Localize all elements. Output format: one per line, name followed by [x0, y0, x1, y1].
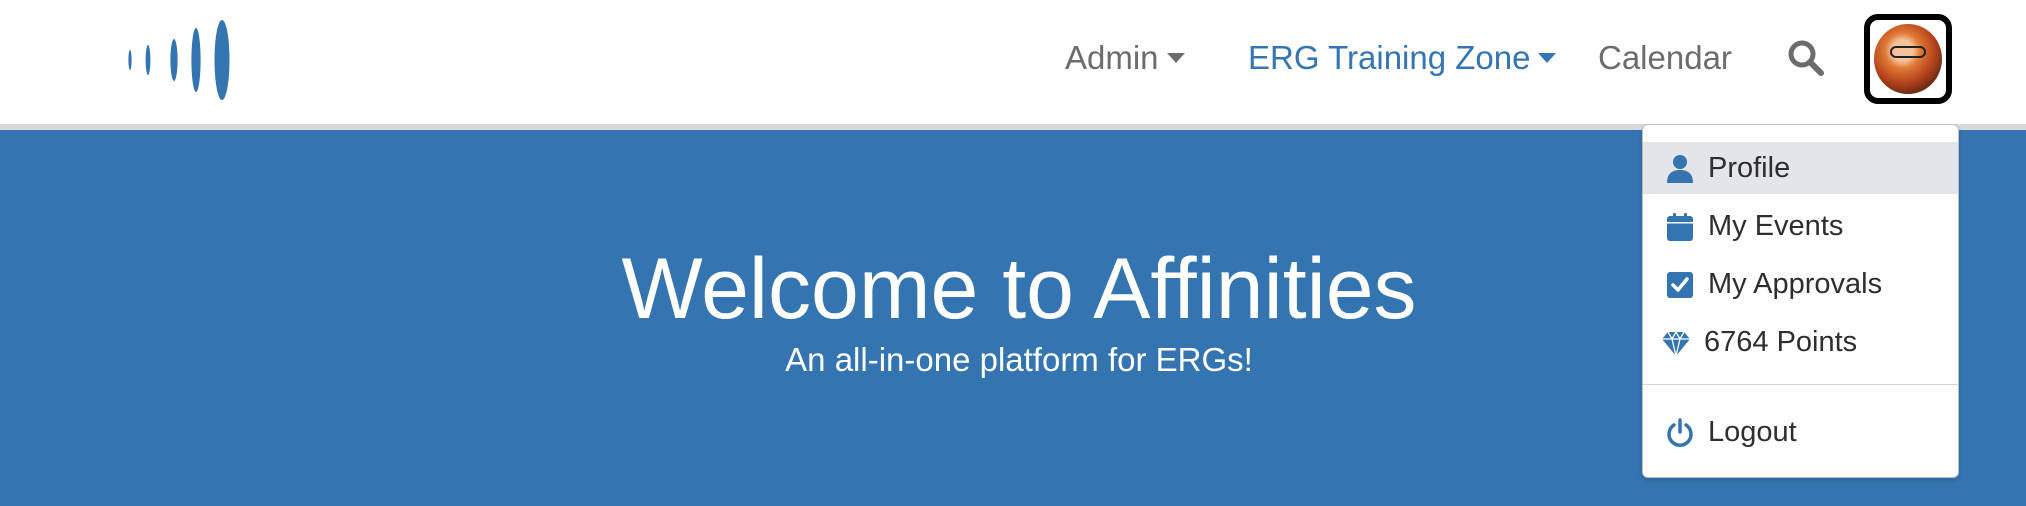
menu-item-label: 6764 Points: [1704, 326, 1858, 358]
menu-item-label: My Events: [1708, 210, 1844, 242]
search-icon: [1788, 40, 1824, 76]
nav-calendar-label: Calendar: [1598, 39, 1732, 76]
top-navbar: Admin ERG Training Zone Calendar: [0, 0, 2026, 130]
menu-item-my-events[interactable]: My Events: [1643, 200, 1958, 252]
caret-down-icon: [1538, 52, 1557, 63]
checkbox-icon: [1667, 272, 1693, 298]
menu-item-logout[interactable]: Logout: [1643, 406, 1958, 458]
menu-item-label: Logout: [1708, 416, 1797, 448]
user-menu-dropdown: Profile My Events My Approvals 6764 Poin…: [1642, 124, 1959, 478]
diamond-icon: [1662, 330, 1690, 357]
nav-calendar[interactable]: Calendar: [1598, 34, 1732, 82]
brand-logo[interactable]: [126, 18, 232, 102]
menu-item-label: Profile: [1708, 152, 1791, 184]
power-icon: [1667, 418, 1693, 447]
nav-erg-training-zone[interactable]: ERG Training Zone: [1248, 34, 1557, 82]
avatar-photo: [1874, 24, 1942, 94]
search-button[interactable]: [1786, 38, 1826, 78]
menu-divider: [1643, 384, 1958, 385]
menu-item-label: My Approvals: [1708, 268, 1883, 300]
user-avatar-button[interactable]: [1864, 14, 1952, 104]
menu-item-profile[interactable]: Profile: [1643, 142, 1958, 194]
nav-erg-training-zone-label: ERG Training Zone: [1248, 39, 1531, 76]
calendar-icon: [1667, 213, 1693, 241]
menu-item-points[interactable]: 6764 Points: [1643, 316, 1958, 368]
sound-bars-icon: [128, 20, 230, 100]
nav-admin-label: Admin: [1065, 39, 1159, 76]
avatar-glasses: [1890, 46, 1926, 58]
user-icon: [1667, 155, 1693, 183]
nav-admin[interactable]: Admin: [1065, 34, 1185, 82]
menu-item-my-approvals[interactable]: My Approvals: [1643, 258, 1958, 310]
caret-down-icon: [1166, 52, 1185, 63]
